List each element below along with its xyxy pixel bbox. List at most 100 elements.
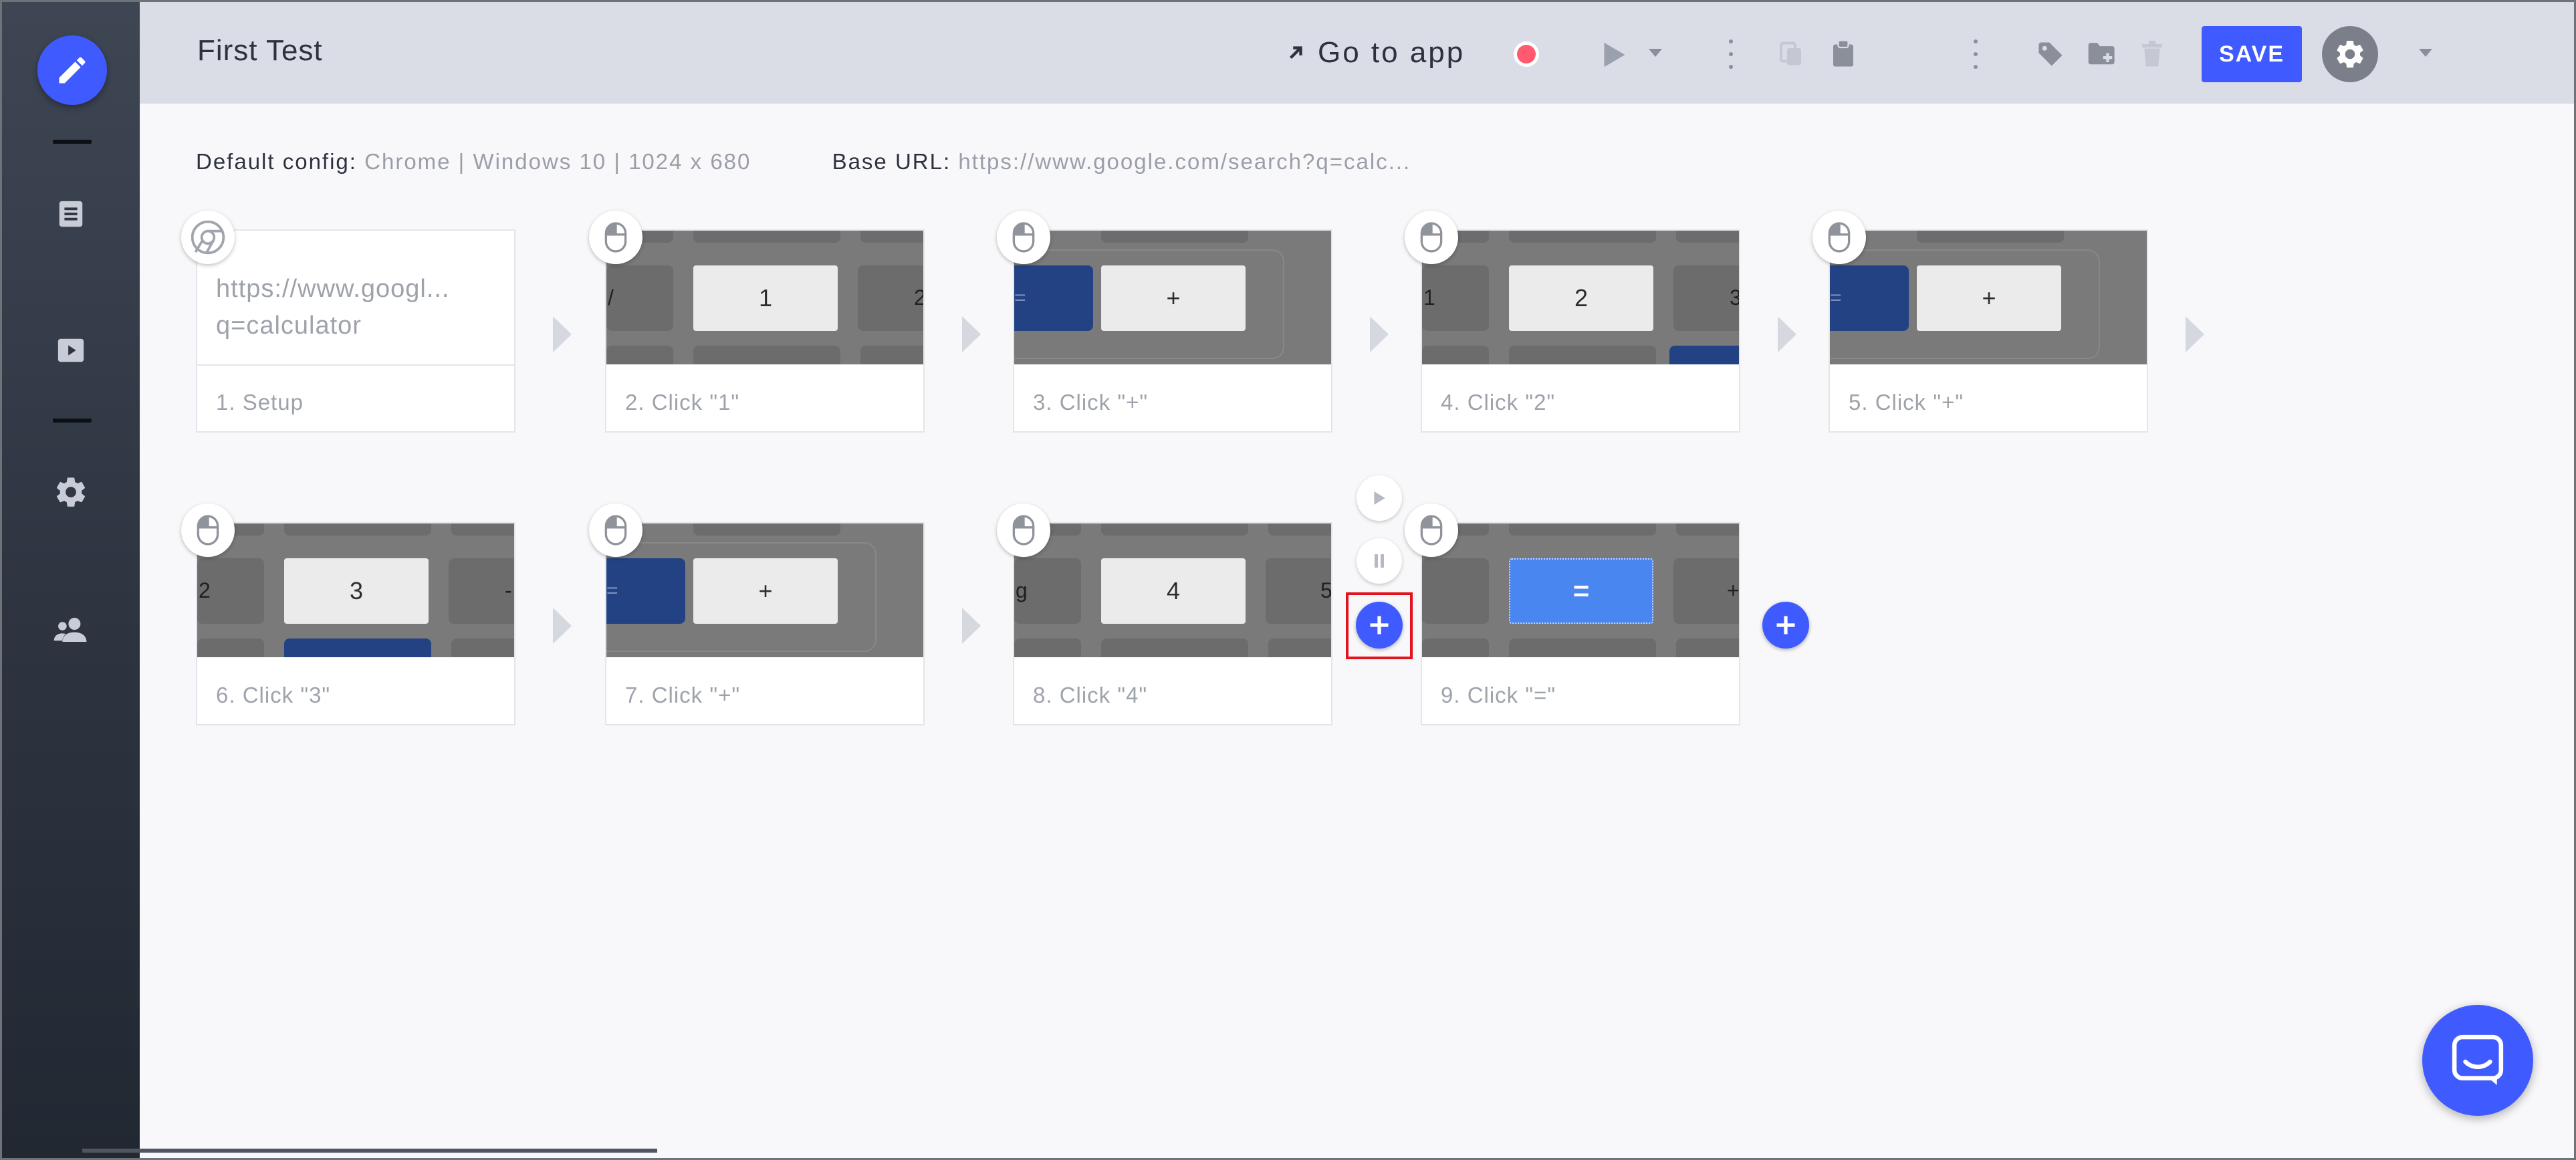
calc-key	[860, 231, 923, 243]
step-card[interactable]: = + 3. Click "+"	[1013, 229, 1332, 433]
calc-key	[1676, 524, 1739, 536]
trash-icon	[2142, 41, 2162, 67]
delete-button[interactable]	[2137, 38, 2167, 70]
sidebar-item-tests[interactable]	[53, 196, 89, 232]
sidebar-item-settings[interactable]	[53, 474, 89, 510]
support-chat-button[interactable]	[2422, 1005, 2533, 1116]
copy-icon	[1780, 41, 1801, 66]
step-thumbnail: g 4 5	[1014, 524, 1331, 657]
step-card[interactable]: = + 7. Click "+"	[605, 522, 925, 725]
calc-key-edge-label: 2	[914, 285, 923, 310]
base-url-label: Base URL:	[832, 149, 951, 174]
calc-frame	[1830, 249, 2100, 359]
setup-url: https://www.googl... q=calculator	[216, 271, 450, 344]
arrow-up-right-icon	[1289, 46, 1302, 60]
calc-key	[693, 346, 840, 364]
add-step-button[interactable]	[1762, 602, 1809, 649]
step-type-badge	[997, 211, 1050, 264]
step-card-setup[interactable]: https://www.googl... q=calculator 1. Set…	[196, 229, 515, 433]
calc-key	[1509, 639, 1656, 657]
clipboard-icon	[1833, 39, 1853, 67]
step-thumbnail: = +	[606, 524, 923, 657]
kebab-icon	[1973, 39, 1978, 69]
pause-here-button[interactable]	[1357, 538, 1402, 584]
copy-button[interactable]	[1776, 38, 1806, 70]
calc-key	[1676, 231, 1739, 243]
step-card[interactable]: 2 3 - 6. Click "3"	[196, 522, 515, 725]
caret-down-icon	[1649, 49, 1662, 57]
pencil-icon	[59, 57, 86, 84]
step-label: 9. Click "="	[1441, 683, 1556, 707]
mouse-icon	[1012, 222, 1035, 253]
calc-key	[860, 346, 923, 364]
step-connector-arrow	[1778, 316, 1796, 352]
test-settings-button[interactable]	[2322, 26, 2378, 82]
code-options-dropdown[interactable]	[2417, 46, 2434, 60]
record-button[interactable]	[1512, 39, 1541, 69]
gear-icon	[56, 477, 86, 507]
step-type-badge	[589, 211, 642, 264]
calc-key	[606, 265, 673, 331]
calc-key-equals	[1669, 346, 1739, 364]
config-line: Default config: Chrome | Windows 10 | 10…	[196, 149, 1411, 175]
calc-key	[1268, 524, 1331, 536]
move-to-folder-button[interactable]	[2085, 38, 2119, 70]
step-thumbnail: = +	[1830, 231, 2147, 364]
go-to-app-link[interactable]: Go to app	[1286, 33, 1465, 73]
calc-key	[1509, 231, 1656, 243]
calc-key	[1014, 639, 1081, 657]
paste-button[interactable]	[1829, 37, 1858, 70]
chat-icon	[2452, 1034, 2504, 1085]
mouse-icon	[1420, 222, 1443, 253]
play-button[interactable]	[1597, 38, 1631, 72]
step-card[interactable]: g 4 5 8. Click "4"	[1013, 522, 1332, 725]
pause-icon	[1375, 554, 1384, 568]
chrome-icon	[191, 220, 225, 255]
mouse-icon	[604, 222, 627, 253]
step-card[interactable]: = + 5. Click "+"	[1829, 229, 2148, 433]
default-config-label: Default config:	[196, 149, 357, 174]
horizontal-scrollbar[interactable]	[82, 1149, 657, 1153]
calc-key	[197, 639, 264, 657]
save-button[interactable]: SAVE	[2202, 26, 2302, 82]
calc-key	[693, 524, 840, 536]
gear-icon	[2337, 40, 2363, 68]
step-thumbnail: / 1 2	[606, 231, 923, 364]
more-menu-button[interactable]	[1969, 39, 1982, 69]
calc-key-highlight: =	[1509, 558, 1653, 624]
calc-key-highlight: 3	[284, 558, 429, 624]
step-label: 2. Click "1"	[625, 390, 740, 415]
edit-button[interactable]	[37, 35, 107, 105]
step-thumbnail: = +	[1422, 524, 1739, 657]
step-type-badge	[1405, 503, 1458, 557]
tag-button[interactable]	[2034, 38, 2067, 70]
sidebar	[2, 2, 140, 1158]
step-label: 7. Click "+"	[625, 683, 741, 707]
calc-key	[1268, 639, 1331, 657]
sidebar-item-runs[interactable]	[53, 332, 89, 368]
calc-key-edge-label: 3	[1730, 285, 1739, 310]
calc-key	[451, 639, 514, 657]
highlight-box	[1346, 592, 1413, 659]
play-square-icon	[57, 338, 84, 362]
calc-key	[1917, 231, 2064, 243]
calc-key	[1509, 346, 1656, 364]
step-type-badge	[1405, 211, 1458, 264]
default-config-value[interactable]: Chrome | Windows 10 | 1024 x 680	[364, 149, 751, 174]
document-list-icon	[59, 201, 83, 227]
step-card[interactable]: = + 9. Click "="	[1421, 522, 1740, 725]
play-options-dropdown[interactable]	[1647, 46, 1664, 60]
calc-key	[1101, 639, 1248, 657]
step-thumbnail: = +	[1014, 231, 1331, 364]
calc-key-edge-label: g	[1016, 578, 1028, 602]
sidebar-item-team[interactable]	[53, 612, 89, 648]
run-to-here-button[interactable]	[1357, 475, 1402, 521]
calc-key-edge-label: /	[608, 285, 614, 310]
step-card[interactable]: / 1 2 2. Click "1"	[605, 229, 925, 433]
step-card[interactable]: 1 2 3 4. Click "2"	[1421, 229, 1740, 433]
step-label: 3. Click "+"	[1033, 390, 1149, 415]
base-url-value[interactable]: https://www.google.com/search?q=calc...	[958, 149, 1411, 174]
calc-key	[1422, 346, 1489, 364]
go-to-app-label: Go to app	[1318, 36, 1466, 69]
more-menu-button[interactable]	[1724, 39, 1738, 69]
